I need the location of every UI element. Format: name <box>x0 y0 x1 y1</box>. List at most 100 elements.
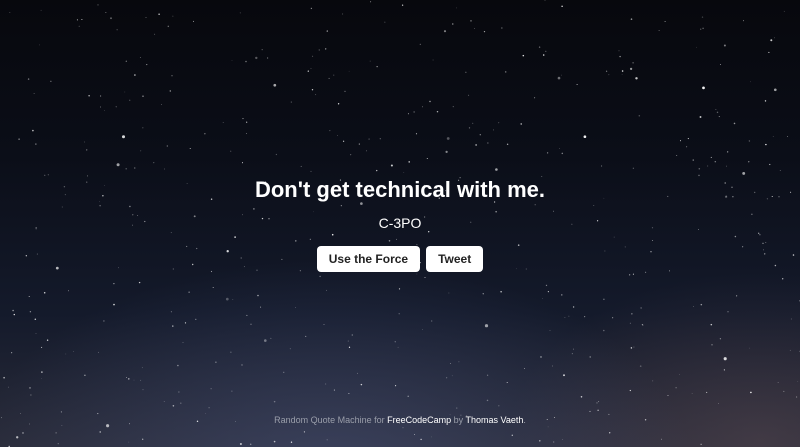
star <box>342 140 345 142</box>
star <box>597 409 599 411</box>
star <box>723 44 726 47</box>
star <box>696 46 697 48</box>
star <box>498 122 500 124</box>
star <box>768 51 770 53</box>
star <box>748 161 750 163</box>
star <box>629 67 633 71</box>
star <box>750 391 752 394</box>
star <box>742 171 746 175</box>
star <box>419 43 421 46</box>
star <box>700 303 703 306</box>
star <box>326 439 328 441</box>
star <box>161 104 162 105</box>
star <box>61 425 63 426</box>
tweet-button[interactable]: Tweet <box>426 246 484 272</box>
star <box>539 440 541 442</box>
star <box>193 20 194 22</box>
footer-suffix: . <box>523 415 526 425</box>
star <box>310 7 313 10</box>
star <box>487 142 489 144</box>
star <box>715 109 717 110</box>
star <box>446 377 448 379</box>
star <box>727 311 729 313</box>
star <box>564 317 566 319</box>
star <box>100 95 102 97</box>
button-group: Use the Force Tweet <box>0 246 800 272</box>
star <box>772 135 774 137</box>
star <box>141 367 143 369</box>
star <box>632 62 634 64</box>
author-link[interactable]: Thomas Vaeth <box>466 415 524 425</box>
star <box>629 322 631 324</box>
star <box>180 402 182 404</box>
star <box>710 323 713 326</box>
star <box>415 133 418 135</box>
star <box>700 28 702 30</box>
star <box>436 110 439 113</box>
star <box>73 351 75 353</box>
star <box>559 148 561 149</box>
star <box>769 163 771 166</box>
star <box>113 303 115 306</box>
star <box>486 399 489 402</box>
star <box>333 74 335 76</box>
star <box>583 135 587 139</box>
star <box>310 68 312 70</box>
star <box>65 353 67 355</box>
star <box>398 313 400 315</box>
star <box>483 30 486 33</box>
star <box>407 113 409 115</box>
star <box>347 340 349 342</box>
star <box>267 57 269 59</box>
star <box>542 298 544 299</box>
star <box>797 380 799 382</box>
star <box>475 144 477 146</box>
star <box>702 27 704 30</box>
star <box>110 17 112 20</box>
star <box>545 50 547 53</box>
star <box>230 351 232 353</box>
star <box>429 100 431 103</box>
star <box>748 140 751 142</box>
star <box>783 390 785 392</box>
star <box>241 364 243 366</box>
new-quote-button[interactable]: Use the Force <box>316 246 421 272</box>
star <box>609 432 611 434</box>
star <box>568 315 570 317</box>
star <box>630 18 633 20</box>
star <box>215 361 217 363</box>
freecodecamp-link[interactable]: FreeCodeCamp <box>387 415 451 425</box>
star <box>546 152 549 154</box>
star <box>166 145 168 147</box>
star <box>723 357 727 361</box>
star <box>184 322 187 324</box>
star <box>30 394 32 396</box>
star <box>129 99 131 101</box>
star <box>34 318 37 321</box>
star <box>342 13 344 15</box>
star <box>222 122 224 124</box>
footer-prefix: Random Quote Machine for <box>274 415 388 425</box>
star <box>172 405 175 407</box>
star <box>35 143 37 145</box>
star <box>167 25 170 28</box>
star <box>20 413 22 414</box>
star <box>105 12 107 13</box>
star <box>358 143 360 145</box>
star <box>693 306 694 307</box>
star <box>699 116 702 118</box>
star <box>208 407 210 409</box>
star <box>638 114 641 117</box>
star <box>770 39 773 42</box>
star <box>420 438 422 441</box>
star <box>250 323 252 325</box>
star <box>658 29 660 31</box>
star <box>601 165 603 167</box>
star <box>448 292 450 294</box>
star <box>458 361 460 363</box>
star <box>99 431 101 433</box>
star <box>35 333 37 334</box>
star <box>85 149 88 151</box>
star <box>319 275 321 278</box>
star <box>789 349 791 351</box>
